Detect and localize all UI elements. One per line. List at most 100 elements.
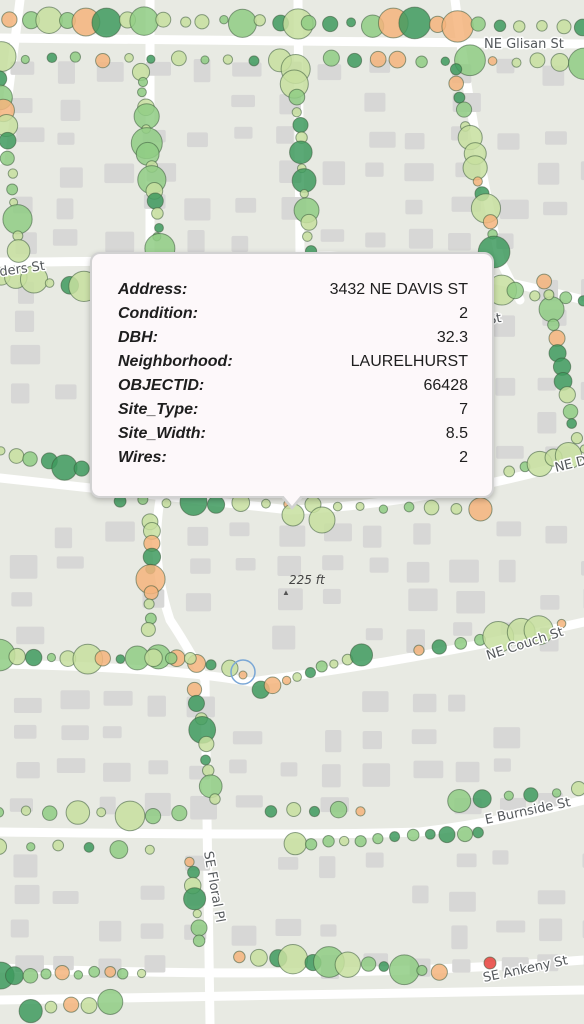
tree-point[interactable] (360, 956, 377, 972)
tree-point[interactable] (454, 636, 468, 650)
tree-point[interactable] (155, 11, 172, 28)
tree-point[interactable] (261, 498, 271, 509)
tree-point[interactable] (472, 789, 492, 809)
tree-point[interactable] (398, 6, 431, 40)
tree-point[interactable] (378, 504, 389, 514)
tree-point[interactable] (264, 805, 278, 818)
tree-point[interactable] (171, 805, 188, 822)
tree-point[interactable] (129, 6, 159, 36)
tree-point[interactable] (104, 965, 117, 978)
tree-point[interactable] (80, 997, 98, 1014)
tree-point[interactable] (423, 499, 440, 516)
tree-point[interactable] (329, 659, 339, 669)
tree-point[interactable] (8, 448, 25, 464)
tree-point[interactable] (389, 831, 401, 843)
tree-point[interactable] (332, 501, 343, 512)
tree-point[interactable] (227, 8, 257, 38)
tree-point[interactable] (183, 651, 197, 665)
tree-point[interactable] (483, 956, 497, 970)
tree-point[interactable] (347, 52, 363, 69)
tree-point[interactable] (283, 831, 307, 856)
tree-point[interactable] (233, 950, 246, 964)
tree-point[interactable] (536, 20, 548, 32)
tree-point[interactable] (550, 53, 570, 72)
tree-point[interactable] (183, 887, 207, 911)
tree-point[interactable] (198, 774, 223, 799)
tree-point[interactable] (415, 55, 428, 69)
tree-point[interactable] (548, 329, 566, 347)
tree-point[interactable] (529, 290, 541, 302)
tree-point[interactable] (292, 116, 309, 134)
tree-point[interactable] (0, 150, 15, 166)
tree-point[interactable] (144, 648, 163, 668)
tree-point[interactable] (136, 968, 147, 979)
tree-point[interactable] (6, 239, 31, 263)
tree-point[interactable] (448, 75, 464, 92)
tree-point[interactable] (206, 495, 226, 514)
tree-point[interactable] (65, 800, 91, 825)
tree-point[interactable] (289, 140, 313, 165)
feature-popup[interactable]: Address: 3432 NE DAVIS ST Condition: 2 DBH: 3… (90, 252, 494, 498)
tree-point[interactable] (73, 970, 84, 980)
tree-point[interactable] (116, 968, 129, 980)
tree-point[interactable] (124, 53, 134, 63)
tree-point[interactable] (95, 52, 111, 69)
tree-point[interactable] (329, 800, 348, 819)
tree-point[interactable] (22, 451, 38, 467)
tree-point[interactable] (137, 87, 147, 98)
tree-point[interactable] (7, 168, 19, 179)
tree-point[interactable] (161, 498, 172, 509)
tree-point[interactable] (511, 57, 522, 68)
tree-point[interactable] (487, 56, 498, 66)
tree-point[interactable] (322, 49, 340, 67)
tree-point[interactable] (288, 88, 306, 106)
tree-point[interactable] (109, 840, 129, 859)
tree-point[interactable] (388, 50, 407, 69)
tree-point[interactable] (355, 806, 366, 817)
tree-point[interactable] (523, 787, 539, 803)
tree-point[interactable] (406, 828, 420, 842)
tree-point[interactable] (1, 11, 18, 28)
tree-point[interactable] (470, 16, 486, 32)
tree-point[interactable] (143, 585, 159, 601)
tree-point[interactable] (184, 856, 195, 868)
tree-point[interactable] (46, 652, 57, 663)
tree-point[interactable] (450, 502, 463, 515)
tree-point[interactable] (308, 805, 321, 818)
tree-point[interactable] (170, 50, 187, 67)
tree-point[interactable] (6, 183, 19, 196)
tree-point[interactable] (286, 801, 302, 817)
tree-point[interactable] (209, 793, 221, 805)
tree-point[interactable] (403, 501, 415, 513)
tree-point[interactable] (322, 835, 335, 848)
tree-point[interactable] (349, 643, 374, 667)
tree-point[interactable] (180, 16, 192, 28)
tree-point[interactable] (558, 386, 576, 404)
tree-point[interactable] (20, 805, 32, 816)
tree-point[interactable] (441, 10, 474, 43)
tree-point[interactable] (142, 547, 162, 567)
tree-point[interactable] (44, 278, 55, 288)
tree-point[interactable] (54, 964, 70, 981)
tree-point[interactable] (253, 14, 266, 27)
tree-point[interactable] (388, 954, 420, 986)
tree-point[interactable] (26, 842, 36, 852)
tree-point[interactable] (513, 20, 526, 33)
tree-point[interactable] (493, 19, 507, 33)
tree-point[interactable] (146, 54, 156, 64)
tree-point[interactable] (338, 835, 350, 847)
tree-point[interactable] (372, 832, 384, 845)
tree-point[interactable] (186, 681, 203, 698)
tree-point[interactable] (529, 52, 546, 69)
tree-point[interactable] (416, 964, 428, 977)
tree-point[interactable] (144, 844, 155, 855)
tree-point[interactable] (190, 919, 208, 937)
tree-point[interactable] (41, 805, 58, 821)
tree-point[interactable] (300, 213, 318, 231)
tree-point[interactable] (187, 865, 200, 879)
tree-point[interactable] (354, 835, 367, 848)
tree-point[interactable] (219, 14, 229, 25)
tree-point[interactable] (63, 996, 80, 1013)
tree-point[interactable] (46, 52, 58, 64)
tree-point[interactable] (503, 465, 516, 478)
